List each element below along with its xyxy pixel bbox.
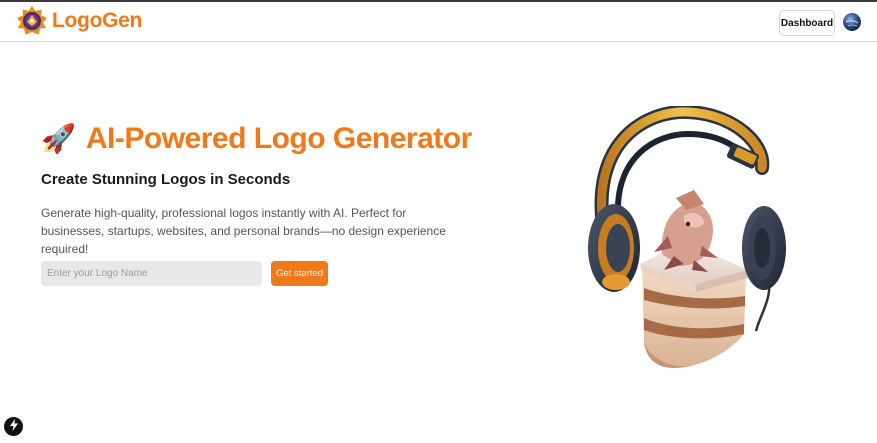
hero-subtitle: Create Stunning Logos in Seconds xyxy=(41,171,291,188)
get-started-button[interactable]: Get started xyxy=(271,261,328,286)
hero-description: Generate high-quality, professional logo… xyxy=(41,206,446,256)
hero-heading: 🚀 AI-Powered Logo Generator xyxy=(41,122,472,156)
lightning-bolt-button[interactable] xyxy=(4,417,23,436)
hero-illustration xyxy=(576,104,790,386)
dashboard-button[interactable]: Dashboard xyxy=(779,10,835,36)
logo-name-input[interactable] xyxy=(41,261,262,286)
lightning-bolt-icon xyxy=(9,418,19,436)
brand-name: LogoGen xyxy=(52,9,143,32)
logogen-emblem-icon xyxy=(16,5,48,37)
brand-link[interactable]: LogoGen xyxy=(16,5,142,37)
rocket-icon: 🚀 xyxy=(41,123,76,154)
page-title: AI-Powered Logo Generator xyxy=(85,122,472,155)
navbar: LogoGen Dashboard xyxy=(0,2,877,42)
user-avatar[interactable] xyxy=(843,13,861,31)
